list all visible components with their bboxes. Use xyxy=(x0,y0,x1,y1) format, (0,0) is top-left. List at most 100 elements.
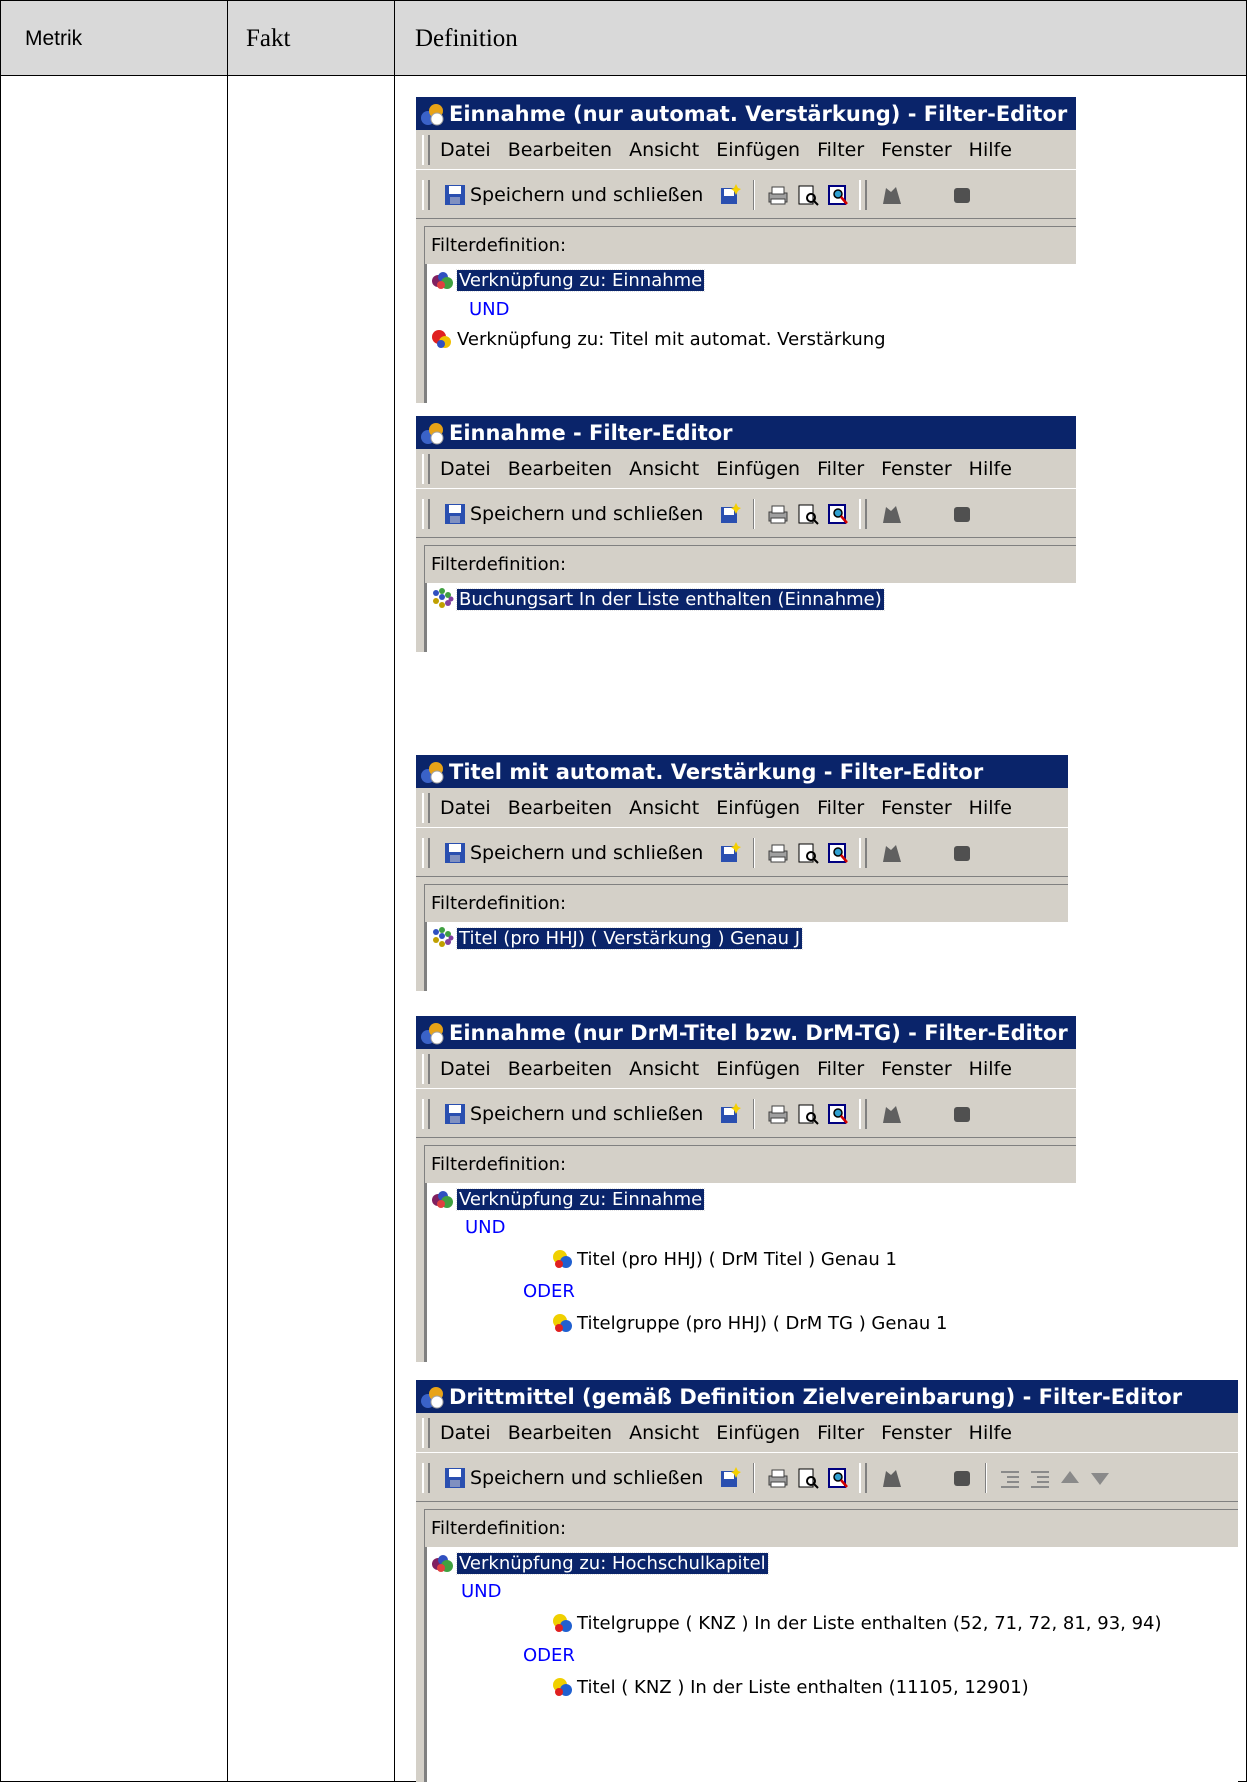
save-close-button[interactable]: Speichern und schließen xyxy=(440,1103,703,1125)
tree-node[interactable]: Titel (pro HHJ) ( Verstärkung ) Genau J xyxy=(431,924,804,952)
tree-node[interactable]: Titelgruppe ( KNZ ) In der Liste enthalt… xyxy=(551,1609,1162,1637)
save-close-button[interactable]: Speichern und schließen xyxy=(440,1467,703,1489)
menu-einfuegen[interactable]: Einfügen xyxy=(716,458,800,480)
tree-node[interactable]: Titel ( KNZ ) In der Liste enthalten (11… xyxy=(551,1673,1029,1701)
toolbar-grip[interactable] xyxy=(859,179,868,210)
menu-einfuegen[interactable]: Einfügen xyxy=(716,1058,800,1080)
find-icon[interactable] xyxy=(827,503,849,525)
toolbar-grip[interactable] xyxy=(859,837,868,868)
menu-einfuegen[interactable]: Einfügen xyxy=(716,1422,800,1444)
print-icon[interactable] xyxy=(767,184,789,206)
toolbar-grip[interactable] xyxy=(422,1098,430,1129)
mask-icon[interactable] xyxy=(881,1103,903,1125)
window-titlebar[interactable]: Drittmittel (gemäß Definition Zielverein… xyxy=(416,1380,1238,1413)
window-titlebar[interactable]: Einnahme - Filter-Editor xyxy=(416,416,1076,449)
print-icon[interactable] xyxy=(767,1467,789,1489)
mask-icon[interactable] xyxy=(881,842,903,864)
tree-operator[interactable]: UND xyxy=(465,1213,506,1241)
menu-filter[interactable]: Filter xyxy=(817,458,864,480)
filter-tree[interactable]: Verknüpfung zu: Hochschulkapitel UND Tit… xyxy=(424,1547,1238,1782)
menu-fenster[interactable]: Fenster xyxy=(881,1422,951,1444)
menu-bearbeiten[interactable]: Bearbeiten xyxy=(508,139,612,161)
toolbar-grip[interactable] xyxy=(422,498,430,529)
menu-hilfe[interactable]: Hilfe xyxy=(969,139,1012,161)
menu-einfuegen[interactable]: Einfügen xyxy=(716,139,800,161)
filter-tree[interactable]: Verknüpfung zu: Einnahme UND Verknüpfung… xyxy=(424,264,1076,403)
mask-icon[interactable] xyxy=(881,184,903,206)
menu-hilfe[interactable]: Hilfe xyxy=(969,1058,1012,1080)
toolbar-grip[interactable] xyxy=(859,1462,868,1493)
block-icon[interactable] xyxy=(951,503,973,525)
save-close-button[interactable]: Speichern und schließen xyxy=(440,184,703,206)
tree-node[interactable]: Verknüpfung zu: Titel mit automat. Verst… xyxy=(431,325,886,353)
menu-ansicht[interactable]: Ansicht xyxy=(629,139,699,161)
move-up-icon[interactable] xyxy=(1059,1467,1081,1489)
new-icon[interactable] xyxy=(719,1103,741,1125)
print-preview-icon[interactable] xyxy=(797,503,819,525)
menu-einfuegen[interactable]: Einfügen xyxy=(716,797,800,819)
toolbar-grip[interactable] xyxy=(859,498,868,529)
menu-ansicht[interactable]: Ansicht xyxy=(629,1058,699,1080)
menu-bearbeiten[interactable]: Bearbeiten xyxy=(508,1422,612,1444)
toolbar-grip[interactable] xyxy=(422,1417,430,1448)
tree-node[interactable]: Titel (pro HHJ) ( DrM Titel ) Genau 1 xyxy=(551,1245,897,1273)
toolbar-grip[interactable] xyxy=(422,453,430,484)
tree-node[interactable]: Verknüpfung zu: Hochschulkapitel xyxy=(431,1549,769,1577)
window-titlebar[interactable]: Titel mit automat. Verstärkung - Filter-… xyxy=(416,755,1068,788)
new-icon[interactable] xyxy=(719,842,741,864)
block-icon[interactable] xyxy=(951,1467,973,1489)
new-icon[interactable] xyxy=(719,503,741,525)
find-icon[interactable] xyxy=(827,184,849,206)
mask-icon[interactable] xyxy=(881,503,903,525)
new-icon[interactable] xyxy=(719,1467,741,1489)
print-icon[interactable] xyxy=(767,1103,789,1125)
tree-node[interactable]: Titelgruppe (pro HHJ) ( DrM TG ) Genau 1 xyxy=(551,1309,947,1337)
find-icon[interactable] xyxy=(827,1467,849,1489)
tree-operator[interactable]: ODER xyxy=(523,1641,575,1669)
menu-bearbeiten[interactable]: Bearbeiten xyxy=(508,1058,612,1080)
menu-hilfe[interactable]: Hilfe xyxy=(969,1422,1012,1444)
outdent-icon[interactable] xyxy=(1029,1467,1051,1489)
menu-filter[interactable]: Filter xyxy=(817,1422,864,1444)
menu-fenster[interactable]: Fenster xyxy=(881,139,951,161)
menu-fenster[interactable]: Fenster xyxy=(881,458,951,480)
tree-node[interactable]: Buchungsart In der Liste enthalten (Einn… xyxy=(431,585,885,613)
filter-tree[interactable]: Verknüpfung zu: Einnahme UND Titel (pro … xyxy=(424,1183,1076,1362)
menu-ansicht[interactable]: Ansicht xyxy=(629,458,699,480)
tree-node[interactable]: Verknüpfung zu: Einnahme xyxy=(431,1185,706,1213)
filter-tree[interactable]: Titel (pro HHJ) ( Verstärkung ) Genau J xyxy=(424,922,1068,991)
menu-filter[interactable]: Filter xyxy=(817,797,864,819)
block-icon[interactable] xyxy=(951,842,973,864)
toolbar-grip[interactable] xyxy=(422,1053,430,1084)
toolbar-grip[interactable] xyxy=(422,179,430,210)
toolbar-grip[interactable] xyxy=(422,837,430,868)
toolbar-grip[interactable] xyxy=(422,1462,430,1493)
save-close-button[interactable]: Speichern und schließen xyxy=(440,842,703,864)
tree-operator[interactable]: UND xyxy=(461,1577,502,1605)
menu-bearbeiten[interactable]: Bearbeiten xyxy=(508,797,612,819)
menu-bearbeiten[interactable]: Bearbeiten xyxy=(508,458,612,480)
window-titlebar[interactable]: Einnahme (nur DrM-Titel bzw. DrM-TG) - F… xyxy=(416,1016,1076,1049)
menu-ansicht[interactable]: Ansicht xyxy=(629,797,699,819)
menu-datei[interactable]: Datei xyxy=(440,1422,491,1444)
menu-datei[interactable]: Datei xyxy=(440,139,491,161)
toolbar-grip[interactable] xyxy=(859,1098,868,1129)
menu-hilfe[interactable]: Hilfe xyxy=(969,797,1012,819)
block-icon[interactable] xyxy=(951,184,973,206)
print-icon[interactable] xyxy=(767,842,789,864)
block-icon[interactable] xyxy=(951,1103,973,1125)
menu-fenster[interactable]: Fenster xyxy=(881,797,951,819)
tree-node[interactable]: Verknüpfung zu: Einnahme xyxy=(431,266,706,294)
menu-filter[interactable]: Filter xyxy=(817,1058,864,1080)
menu-fenster[interactable]: Fenster xyxy=(881,1058,951,1080)
toolbar-grip[interactable] xyxy=(422,134,430,165)
indent-icon[interactable] xyxy=(999,1467,1021,1489)
print-preview-icon[interactable] xyxy=(797,1103,819,1125)
print-preview-icon[interactable] xyxy=(797,1467,819,1489)
save-close-button[interactable]: Speichern und schließen xyxy=(440,503,703,525)
mask-icon[interactable] xyxy=(881,1467,903,1489)
print-preview-icon[interactable] xyxy=(797,184,819,206)
toolbar-grip[interactable] xyxy=(422,792,430,823)
move-down-icon[interactable] xyxy=(1089,1467,1111,1489)
tree-operator[interactable]: ODER xyxy=(523,1277,575,1305)
